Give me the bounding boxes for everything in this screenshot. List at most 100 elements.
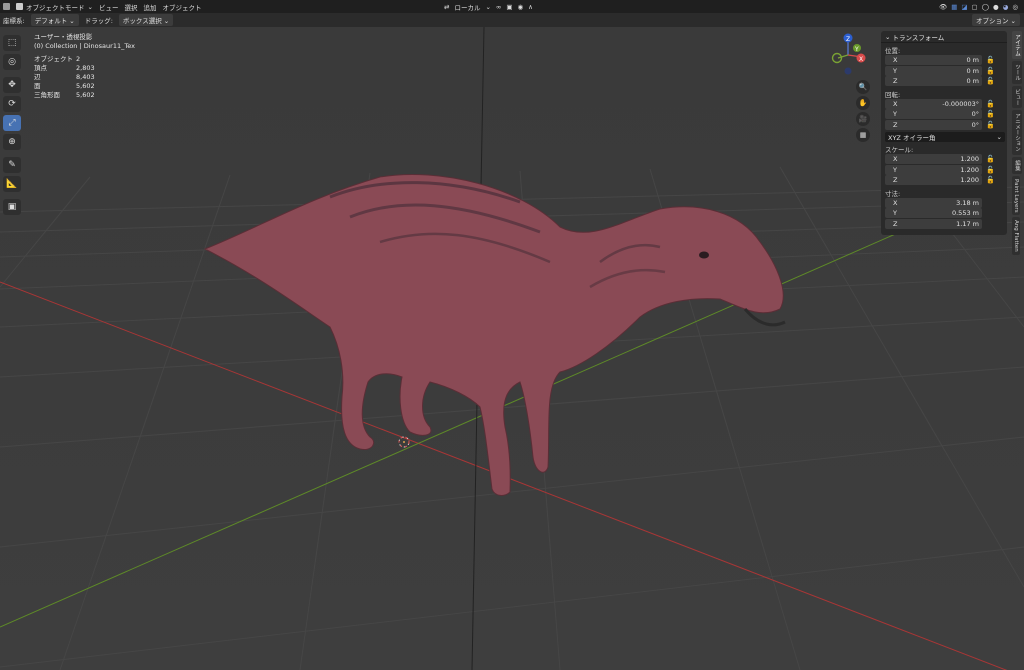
shading-rendered-icon[interactable]: ◎ (1012, 3, 1018, 11)
perspective-grid-icon[interactable]: ▦ (856, 128, 870, 142)
stat-label: オブジェクト (34, 55, 73, 63)
select-box-tool-icon[interactable]: ⬚ (3, 35, 21, 51)
transform-orientation-dropdown[interactable]: ローカル (454, 2, 480, 12)
scale-x-field[interactable]: X 1.200 (885, 154, 982, 165)
shading-wire-icon[interactable]: ◯ (982, 3, 989, 11)
drag-dropdown[interactable]: ボックス選択 ⌄ (118, 14, 174, 26)
stat-value: 8,403 (76, 73, 95, 81)
rotation-mode-dropdown[interactable]: XYZ オイラー角 ⌄ (885, 132, 1005, 142)
axis-label: Z (893, 120, 898, 129)
lock-icon[interactable]: 🔓 (986, 56, 995, 64)
dimensions-z-field[interactable]: Z 1.17 m (885, 218, 982, 229)
field-value: 0 m (966, 56, 979, 65)
tab-animation[interactable]: アニメーション (1012, 110, 1022, 155)
menu-add[interactable]: 追加 (143, 2, 156, 12)
dimensions-y-field[interactable]: Y 0.553 m (885, 208, 982, 219)
gizmo-toggle-icon[interactable]: ▦ (951, 3, 957, 11)
location-y-field[interactable]: Y 0 m (885, 65, 982, 76)
location-x-field[interactable]: X 0 m (885, 55, 982, 66)
lock-icon[interactable]: 🔓 (986, 110, 995, 118)
field-value: 1.200 (960, 176, 979, 185)
stat-value: 2,803 (76, 64, 95, 72)
menu-select[interactable]: 選択 (124, 2, 137, 12)
gizmo-x-label: X (859, 56, 863, 63)
falloff-icon[interactable]: ∧ (528, 3, 533, 11)
camera-view-icon[interactable]: 🎥 (856, 112, 870, 126)
tab-edit[interactable]: 編集 (1012, 156, 1022, 174)
pan-hand-icon[interactable]: ✋ (856, 96, 870, 110)
axis-label: Y (893, 165, 897, 174)
axis-label: X (893, 99, 898, 108)
link-icon[interactable]: ∞ (496, 3, 501, 11)
orientation-dropdown[interactable]: デフォルト ⌄ (30, 14, 79, 26)
lock-icon[interactable]: 🔓 (986, 100, 995, 108)
field-value: 1.17 m (956, 219, 979, 228)
lock-icon[interactable]: 🔓 (986, 166, 995, 174)
tab-ang-flatten[interactable]: Ang Flatten (1012, 217, 1020, 255)
field-value: -0.000003° (942, 99, 979, 108)
snap-icon[interactable]: ▣ (506, 3, 512, 11)
stat-value: 5,602 (76, 82, 95, 90)
field-value: 0 m (966, 77, 979, 86)
tab-tool[interactable]: ツール (1012, 61, 1022, 84)
lock-icon[interactable]: 🔓 (986, 176, 995, 184)
lock-icon[interactable]: 🔓 (986, 77, 995, 85)
menu-view[interactable]: ビュー (99, 2, 119, 12)
options-dropdown[interactable]: オプション ⌄ (971, 14, 1020, 26)
transform-tool-icon[interactable]: ⊕ (3, 134, 21, 150)
shading-solid-icon[interactable]: ● (993, 3, 999, 11)
transform-panel-header[interactable]: ⌄ トランスフォーム (881, 31, 1007, 43)
editor-type-icon[interactable] (3, 3, 10, 10)
scale-label: スケール: (885, 146, 914, 154)
proportional-edit-icon[interactable]: ◉ (517, 3, 523, 11)
header-bar: オブジェクトモード ⌄ ビュー 選択 追加 オブジェクト ⇄ ローカル ⌄ ∞ … (0, 0, 1024, 13)
rotation-mode-value: XYZ オイラー角 (888, 134, 936, 142)
lock-icon[interactable]: 🔓 (986, 67, 995, 75)
gizmo-neg-y-handle[interactable] (831, 52, 843, 64)
navigation-gizmo[interactable]: Z X Y (831, 33, 866, 75)
measure-tool-icon[interactable]: 📐 (3, 176, 21, 192)
dimensions-x-field[interactable]: X 3.18 m (885, 197, 982, 208)
move-tool-icon[interactable]: ✥ (3, 77, 21, 93)
3d-cursor[interactable] (398, 436, 410, 448)
menu-object[interactable]: オブジェクト (162, 2, 201, 12)
gizmo-neg-z-handle[interactable] (844, 67, 852, 75)
scale-z-field[interactable]: Z 1.200 (885, 175, 982, 186)
location-label: 位置: (885, 47, 901, 55)
axis-label: Z (893, 176, 898, 185)
location-z-field[interactable]: Z 0 m (885, 76, 982, 87)
scale-y-field[interactable]: Y 1.200 (885, 164, 982, 175)
zoom-icon[interactable]: 🔍 (856, 80, 870, 94)
annotate-tool-icon[interactable]: ✎ (3, 157, 21, 173)
dinosaur-model[interactable] (203, 174, 786, 496)
cursor-tool-icon[interactable]: ◎ (3, 54, 21, 70)
rotation-y-field[interactable]: Y 0° (885, 109, 982, 120)
collection-name: (0) Collection | Dinosaur11_Tex (34, 42, 135, 50)
rotation-x-field[interactable]: X -0.000003° (885, 98, 982, 109)
tab-item[interactable]: アイテム (1012, 31, 1022, 59)
overlay-toggle-icon[interactable]: ◪ (961, 3, 967, 11)
axis-label: X (893, 155, 898, 164)
stat-value: 5,602 (76, 91, 95, 99)
lock-icon[interactable]: 🔓 (986, 121, 995, 129)
rotation-z-field[interactable]: Z 0° (885, 119, 982, 130)
tab-view[interactable]: ビュー (1012, 85, 1022, 108)
object-mode-icon (16, 3, 23, 10)
viewport-3d[interactable]: Z X Y ユーザー・透視投影 (0) Collection | Dinosau… (0, 27, 1024, 670)
xray-icon[interactable]: ▢ (972, 3, 978, 11)
axis-label: X (893, 198, 898, 207)
mode-dropdown[interactable]: オブジェクトモード ⌄ (16, 2, 93, 12)
viewport-scene: Z X Y (0, 27, 1024, 670)
lock-icon[interactable]: 🔓 (986, 155, 995, 163)
add-cube-tool-icon[interactable]: ▣ (3, 199, 21, 215)
scale-tool-icon[interactable]: ⤢ (3, 115, 21, 131)
transform-orientation-icon[interactable]: ⇄ (444, 3, 449, 11)
visibility-icon[interactable]: 👁 (939, 3, 947, 11)
viewport-overlay-info: ユーザー・透視投影 (0) Collection | Dinosaur11_Te… (34, 33, 135, 100)
transform-panel: ⌄ トランスフォーム 位置: X 0 m 🔓 Y 0 m 🔓 Z 0 m 🔓 回転: X -0… (881, 31, 1007, 235)
pivot-icon[interactable]: ⌄ (485, 3, 490, 11)
tab-paint-layers[interactable]: Paint Layers (1012, 175, 1020, 216)
axis-label: Z (893, 77, 898, 86)
rotate-tool-icon[interactable]: ⟳ (3, 96, 21, 112)
shading-material-icon[interactable]: ◕ (1003, 3, 1009, 11)
